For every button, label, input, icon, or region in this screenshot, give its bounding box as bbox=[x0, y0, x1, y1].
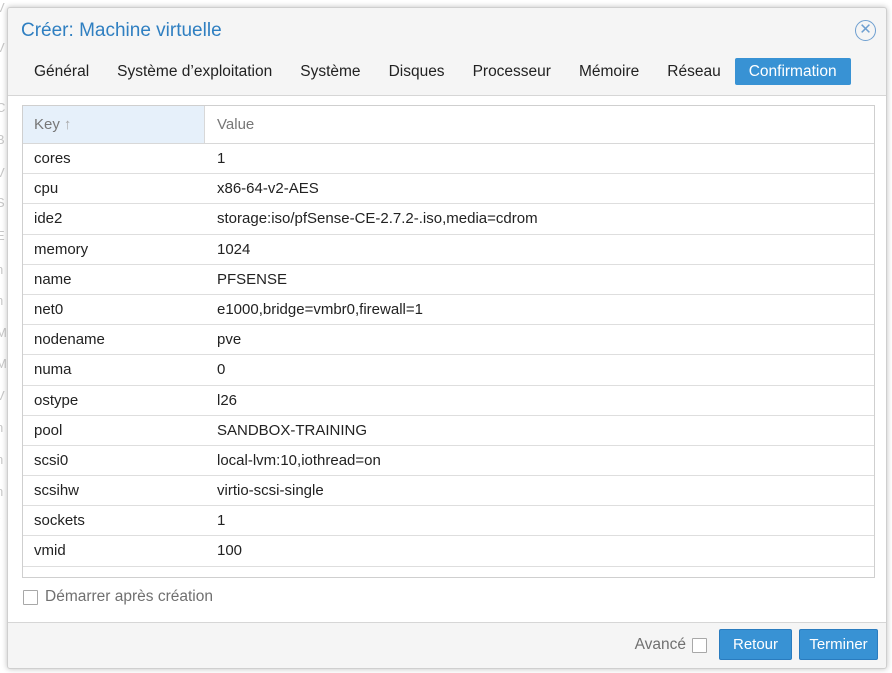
row-key: numa bbox=[34, 361, 72, 379]
tab-disques[interactable]: Disques bbox=[375, 58, 459, 85]
tab-r-seau[interactable]: Réseau bbox=[653, 58, 734, 85]
row-value: x86-64-v2-AES bbox=[217, 180, 319, 198]
row-key: ostype bbox=[34, 391, 79, 409]
row-value: PFSENSE bbox=[217, 270, 288, 288]
start-after-create-option[interactable]: Démarrer après création bbox=[23, 588, 213, 606]
row-value: 100 bbox=[217, 542, 243, 560]
tab-m-moire[interactable]: Mémoire bbox=[565, 58, 653, 85]
row-value: e1000,bridge=vmbr0,firewall=1 bbox=[217, 300, 423, 318]
tab-g-n-ral[interactable]: Général bbox=[20, 58, 103, 85]
column-header-value[interactable]: Value bbox=[205, 106, 874, 143]
column-header-key-label: Key bbox=[34, 116, 60, 133]
table-row[interactable]: ostype l26 bbox=[23, 386, 874, 416]
summary-grid: Key ↑ Value cores 1 cpu x86-64-v2-AES ide2 sto… bbox=[22, 105, 875, 578]
back-button[interactable]: Retour bbox=[719, 629, 792, 660]
row-value: virtio-scsi-single bbox=[217, 482, 324, 500]
grid-header: Key ↑ Value bbox=[23, 106, 874, 144]
table-row[interactable]: vmid 100 bbox=[23, 536, 874, 567]
tab-syst-me[interactable]: Système bbox=[286, 58, 374, 85]
start-after-create-checkbox[interactable] bbox=[23, 589, 38, 605]
row-key: sockets bbox=[34, 512, 85, 530]
table-row[interactable]: net0 e1000,bridge=vmbr0,firewall=1 bbox=[23, 295, 874, 326]
table-row[interactable]: cores 1 bbox=[23, 144, 874, 175]
row-key: memory bbox=[34, 240, 89, 258]
column-header-key[interactable]: Key ↑ bbox=[23, 106, 205, 143]
dialog-title: Créer: Machine virtuelle bbox=[21, 20, 222, 41]
create-vm-dialog: Créer: Machine virtuelle ✕ Général Systèm… bbox=[7, 7, 887, 669]
row-value: 1 bbox=[217, 150, 226, 167]
row-value: local-lvm:10,iothread=on bbox=[217, 451, 381, 469]
table-row[interactable]: scsihw virtio-scsi-single bbox=[23, 476, 874, 507]
tab-confirmation[interactable]: Confirmation bbox=[734, 58, 851, 85]
row-value: 1 bbox=[217, 512, 226, 530]
table-row[interactable]: name PFSENSE bbox=[23, 265, 874, 295]
table-row[interactable]: sockets 1 bbox=[23, 506, 874, 537]
row-key: scsi0 bbox=[34, 451, 69, 469]
row-key: nodename bbox=[34, 331, 105, 349]
table-row[interactable]: numa 0 bbox=[23, 355, 874, 386]
row-value: pve bbox=[217, 331, 242, 349]
grid-body: cores 1 cpu x86-64-v2-AES ide2 storage:iso/pf… bbox=[23, 144, 874, 567]
table-row[interactable]: nodename pve bbox=[23, 325, 874, 356]
confirmation-panel: Key ↑ Value cores 1 cpu x86-64-v2-AES ide2 sto… bbox=[8, 95, 886, 623]
start-after-create-label: Démarrer après création bbox=[45, 588, 213, 605]
dialog-titlebar: Créer: Machine virtuelle ✕ bbox=[8, 8, 886, 56]
dialog-footer: Avancé Retour Terminer bbox=[8, 624, 886, 670]
table-row[interactable]: cpu x86-64-v2-AES bbox=[23, 174, 874, 205]
row-key: name bbox=[34, 270, 72, 288]
row-key: pool bbox=[34, 421, 63, 439]
table-row[interactable]: scsi0 local-lvm:10,iothread=on bbox=[23, 446, 874, 477]
row-key: scsihw bbox=[34, 482, 80, 500]
table-row[interactable]: pool SANDBOX-TRAINING bbox=[23, 416, 874, 446]
advanced-label: Avancé bbox=[634, 636, 686, 653]
row-key: cores bbox=[34, 150, 71, 167]
row-key: ide2 bbox=[34, 210, 63, 228]
row-value: storage:iso/pfSense-CE-2.7.2-.iso,media=… bbox=[217, 210, 538, 228]
row-key: cpu bbox=[34, 180, 59, 198]
tab-syst-me-d-exploitation[interactable]: Système d’exploitation bbox=[103, 58, 286, 85]
row-value: 1024 bbox=[217, 240, 251, 258]
close-icon[interactable]: ✕ bbox=[855, 20, 876, 41]
advanced-option[interactable]: Avancé bbox=[635, 636, 707, 654]
table-row[interactable]: memory 1024 bbox=[23, 235, 874, 265]
row-value: l26 bbox=[217, 391, 238, 409]
column-header-value-label: Value bbox=[217, 116, 255, 133]
wizard-tabs: Général Système d’exploitation Système Disq… bbox=[20, 58, 851, 86]
row-value: 0 bbox=[217, 361, 226, 379]
finish-button[interactable]: Terminer bbox=[799, 629, 878, 660]
arrow-up-icon: ↑ bbox=[63, 116, 72, 133]
tab-processeur[interactable]: Processeur bbox=[459, 58, 565, 85]
row-key: vmid bbox=[34, 542, 66, 560]
advanced-checkbox[interactable] bbox=[692, 637, 707, 653]
table-row[interactable]: ide2 storage:iso/pfSense-CE-2.7.2-.iso,me… bbox=[23, 204, 874, 235]
row-key: net0 bbox=[34, 300, 64, 318]
row-value: SANDBOX-TRAINING bbox=[217, 421, 368, 439]
